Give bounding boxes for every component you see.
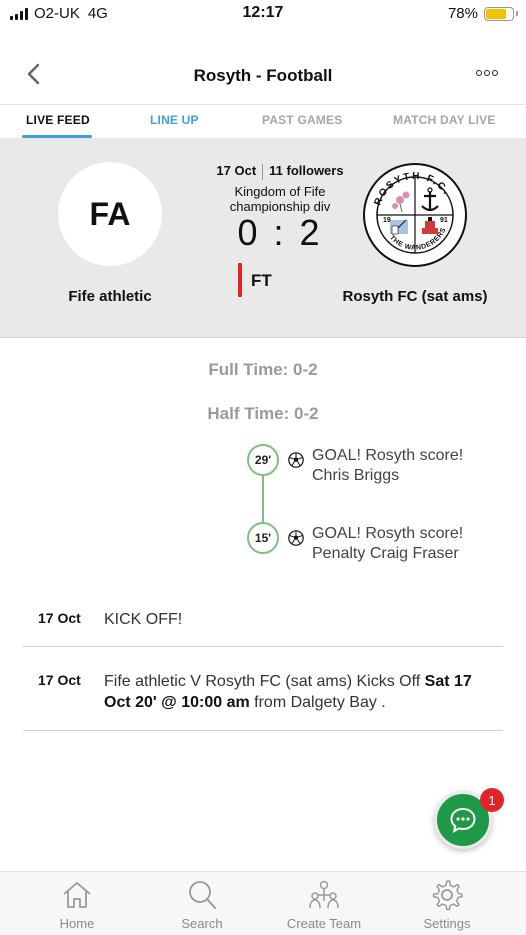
nav-home-label: Home [59,916,95,931]
battery-percent: 78% [447,5,478,22]
away-team-crest-icon[interactable]: ROSYTH F.C. THE WANDERERS 19 91 [362,162,468,268]
home-team-name[interactable]: Fife athletic [30,288,190,305]
feed-item[interactable]: 17 Oct Fife athletic V Rosyth FC (sat am… [23,647,503,731]
create-team-icon [309,880,339,909]
away-team-name[interactable]: Rosyth FC (sat ams) [330,288,500,305]
feed-item-text: KICK OFF! [104,611,183,628]
followers-count[interactable]: 11 followers [269,163,343,178]
status-marker [238,263,242,297]
goal-event-player: Chris Briggs [312,467,400,484]
crest-year-left: 19 [383,217,391,224]
match-status: FT [251,271,272,290]
chat-notification-badge: 1 [480,788,504,812]
timeline-connector [262,470,264,530]
kickoff-venue: from Dalgety Bay . [249,694,386,711]
nav-create-team[interactable]: Create Team [269,878,379,931]
football-icon [288,452,304,468]
goal-event-title: GOAL! Rosyth score! [312,525,464,542]
search-icon [189,881,216,909]
nav-search[interactable]: Search [147,878,257,931]
goal-event[interactable]: GOAL! Rosyth score! Chris Briggs [312,446,512,486]
goal-event[interactable]: GOAL! Rosyth score! Penalty Craig Fraser [312,524,512,564]
full-time-summary: Full Time: 0-2 [208,360,318,379]
battery-icon [484,6,518,21]
score: 0 : 2 [237,212,323,253]
tab-line-up[interactable]: LINE UP [150,113,199,127]
app-header: Rosyth - Football [0,48,526,104]
nav-home[interactable]: Home [22,878,132,931]
match-header: FA Fife athletic 17 Oct 11 followers King… [0,138,526,338]
feed-item-date: 17 Oct [38,672,81,688]
nav-search-label: Search [181,916,223,931]
match-date: 17 Oct [216,163,257,178]
tab-bar: LIVE FEED LINE UP PAST GAMES MATCH DAY L… [0,104,526,138]
nav-create-team-label: Create Team [286,916,362,931]
home-icon [63,882,91,908]
battery-fill [486,8,507,19]
league-name: Kingdom of Fife championship div [195,184,365,214]
goal-event-player: Penalty Craig Fraser [312,545,459,562]
tab-live-feed[interactable]: LIVE FEED [26,113,90,127]
page-title: Rosyth - Football [193,66,333,85]
match-meta: 17 Oct 11 followers [200,163,360,180]
chat-bubble-icon [450,807,476,833]
more-dots-icon[interactable] [476,70,498,76]
league-line-1: Kingdom of Fife [234,184,326,199]
feed-item-text: Fife athletic V Rosyth FC (sat ams) Kick… [104,671,494,713]
nav-settings-label: Settings [423,916,471,931]
feed-item-date: 17 Oct [38,610,81,626]
home-team-badge[interactable]: FA [58,162,162,266]
goal-event-title: GOAL! Rosyth score! [312,447,464,464]
football-icon [288,530,304,546]
tab-past-games[interactable]: PAST GAMES [262,113,342,127]
bottom-nav: Home Search Create Team Settings [0,871,526,935]
nav-settings[interactable]: Settings [392,878,502,931]
tab-match-day-live[interactable]: MATCH DAY LIVE [393,113,496,127]
gear-icon [432,880,463,911]
kickoff-teams: Fife athletic V Rosyth FC (sat ams) Kick… [104,673,425,690]
half-time-summary: Half Time: 0-2 [207,404,319,423]
event-minute-badge: 15' [247,522,279,554]
status-right: 78% [447,5,518,22]
status-bar: O2-UK 4G 12:17 78% [0,0,526,28]
event-minute-badge: 29' [247,444,279,476]
feed-item[interactable]: 17 Oct KICK OFF! [23,597,503,647]
crest-year-right: 91 [440,217,448,224]
